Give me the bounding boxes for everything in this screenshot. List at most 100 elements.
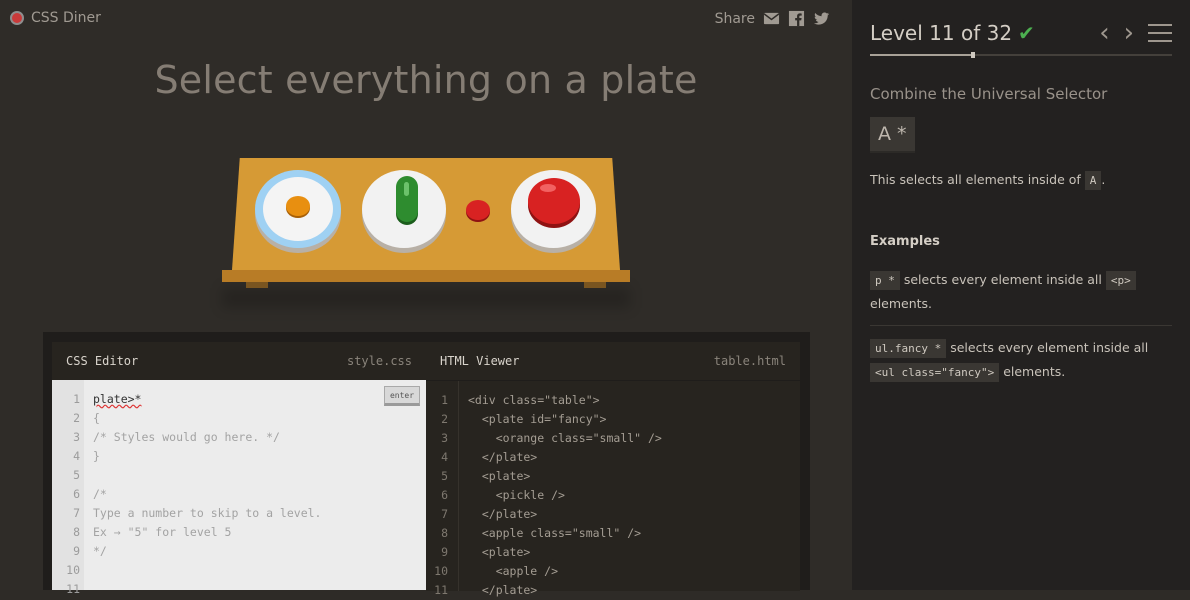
email-icon[interactable] xyxy=(763,10,780,27)
line-number: 8 xyxy=(441,526,448,540)
css-line-numbers: 1 2 3 4 5 6 7 8 9 10 11 xyxy=(52,390,80,599)
checkmark-icon: ✔ xyxy=(1018,21,1035,45)
selector-syntax: A * xyxy=(870,117,915,153)
hint-code: A xyxy=(1084,171,1102,190)
line-number: 2 xyxy=(441,412,448,426)
css-editor-title: CSS Editor xyxy=(66,354,139,368)
code-line: /* Styles would go here. */ xyxy=(93,430,280,444)
code-line: { xyxy=(93,411,100,425)
table xyxy=(222,158,630,308)
level-instruction: Select everything on a plate xyxy=(154,58,698,102)
example-1: p * selects every element inside all <p>… xyxy=(870,268,1172,315)
game-area: CSS Diner Share Select everything on a p… xyxy=(0,0,852,597)
editor: CSS Editor style.css 1 2 3 4 5 6 7 8 9 10 11 plate… xyxy=(43,332,810,597)
apple-small[interactable] xyxy=(466,200,490,220)
code-line: </plate> xyxy=(468,507,538,521)
level-nav: ‹ › xyxy=(1099,18,1172,48)
line-number: 7 xyxy=(441,507,448,521)
table-leg xyxy=(584,282,606,288)
code-line: <orange class="small" /> xyxy=(468,431,662,445)
facebook-icon[interactable] xyxy=(788,10,805,27)
css-input[interactable]: plate>* xyxy=(93,390,321,409)
code-line: <plate> xyxy=(468,545,531,559)
logo[interactable]: CSS Diner xyxy=(10,10,101,26)
previous-level-icon[interactable]: ‹ xyxy=(1099,20,1109,46)
css-code: plate>* { /* Styles would go here. */} /* T… xyxy=(93,390,321,599)
line-number: 3 xyxy=(441,431,448,445)
code-line: <pickle /> xyxy=(468,488,565,502)
next-level-icon[interactable]: › xyxy=(1124,20,1134,46)
example-1-tag: <p> xyxy=(1105,271,1136,290)
line-number: 8 xyxy=(73,525,80,539)
level-indicator: Level 11 of 32 xyxy=(870,21,1013,45)
line-number: 4 xyxy=(73,449,80,463)
pickle-highlight xyxy=(404,182,409,196)
code-line: Ex → "5" for level 5 xyxy=(93,525,232,539)
example-1-text: selects every element inside all xyxy=(899,272,1106,287)
code-line: </plate> xyxy=(468,583,538,597)
line-number: 3 xyxy=(73,430,80,444)
code-line: </plate> xyxy=(468,450,538,464)
line-number: 1 xyxy=(73,392,80,406)
example-1-code: p * xyxy=(870,271,900,290)
code-line: <div class="table"> xyxy=(468,393,600,407)
code-line: Type a number to skip to a level. xyxy=(93,506,322,520)
line-number: 7 xyxy=(73,506,80,520)
line-number: 10 xyxy=(66,563,80,577)
css-filename: style.css xyxy=(346,354,412,368)
progress-fill xyxy=(870,54,973,56)
share-bar: Share xyxy=(715,10,830,27)
css-editor-header: CSS Editor style.css xyxy=(52,342,426,380)
html-viewer-body: 1 2 3 4 5 6 7 8 9 10 11 <div class="table"> <plate… xyxy=(426,380,800,597)
html-viewer-pane: HTML Viewer table.html 1 2 3 4 5 6 7 8 9 10 11 <di… xyxy=(426,342,800,597)
line-number: 6 xyxy=(441,488,448,502)
twitter-icon[interactable] xyxy=(813,10,830,27)
html-code: <div class="table"> <plate id="fancy"> <… xyxy=(468,391,662,600)
selector-hint: This selects all elements inside of A. xyxy=(870,171,1105,190)
progress-bar xyxy=(870,52,1172,58)
css-input-text[interactable]: plate>* xyxy=(93,392,141,406)
logo-icon xyxy=(10,11,24,25)
menu-icon[interactable] xyxy=(1148,24,1172,42)
line-number: 6 xyxy=(73,487,80,501)
example-2-text: selects every element inside all xyxy=(946,340,1149,355)
share-label: Share xyxy=(714,10,755,27)
line-number: 4 xyxy=(441,450,448,464)
hint-text: This selects all elements inside of xyxy=(870,172,1085,187)
progress-marker xyxy=(970,52,975,58)
line-number: 9 xyxy=(441,545,448,559)
html-line-numbers: 1 2 3 4 5 6 7 8 9 10 11 xyxy=(426,391,448,600)
line-number: 9 xyxy=(73,544,80,558)
code-line: /* xyxy=(93,487,107,501)
example-2-tag: <ul class="fancy"> xyxy=(870,363,1000,382)
line-number: 5 xyxy=(73,468,80,482)
code-line: } xyxy=(93,449,100,463)
selector-name: Combine the Universal Selector xyxy=(870,85,1108,103)
line-number: 10 xyxy=(434,564,448,578)
css-editor-pane: CSS Editor style.css 1 2 3 4 5 6 7 8 9 10 11 plate… xyxy=(52,342,426,596)
level-header: Level 11 of 32 ✔ ‹ › xyxy=(870,18,1172,48)
orange-small[interactable] xyxy=(286,196,310,216)
apple-highlight xyxy=(540,184,556,192)
line-number: 2 xyxy=(73,411,80,425)
code-line: <apple class="small" /> xyxy=(468,526,642,540)
code-line: <plate> xyxy=(468,469,531,483)
code-line: <plate id="fancy"> xyxy=(468,412,607,426)
table-leg xyxy=(246,282,268,288)
table-edge xyxy=(222,270,630,282)
enter-button[interactable]: enter xyxy=(384,386,420,406)
sidebar: Level 11 of 32 ✔ ‹ › Combine the Univers… xyxy=(852,0,1190,590)
table-shadow xyxy=(222,288,630,308)
html-filename: table.html xyxy=(713,354,786,368)
example-2-code: ul.fancy * xyxy=(870,339,947,358)
line-number: 11 xyxy=(434,583,448,597)
line-number: 5 xyxy=(441,469,448,483)
line-number: 1 xyxy=(441,393,448,407)
examples-title: Examples xyxy=(870,234,940,249)
html-viewer-header: HTML Viewer table.html xyxy=(426,342,800,380)
html-viewer-title: HTML Viewer xyxy=(440,354,520,368)
code-line: */ xyxy=(93,544,107,558)
code-line: <apple /> xyxy=(468,564,559,578)
